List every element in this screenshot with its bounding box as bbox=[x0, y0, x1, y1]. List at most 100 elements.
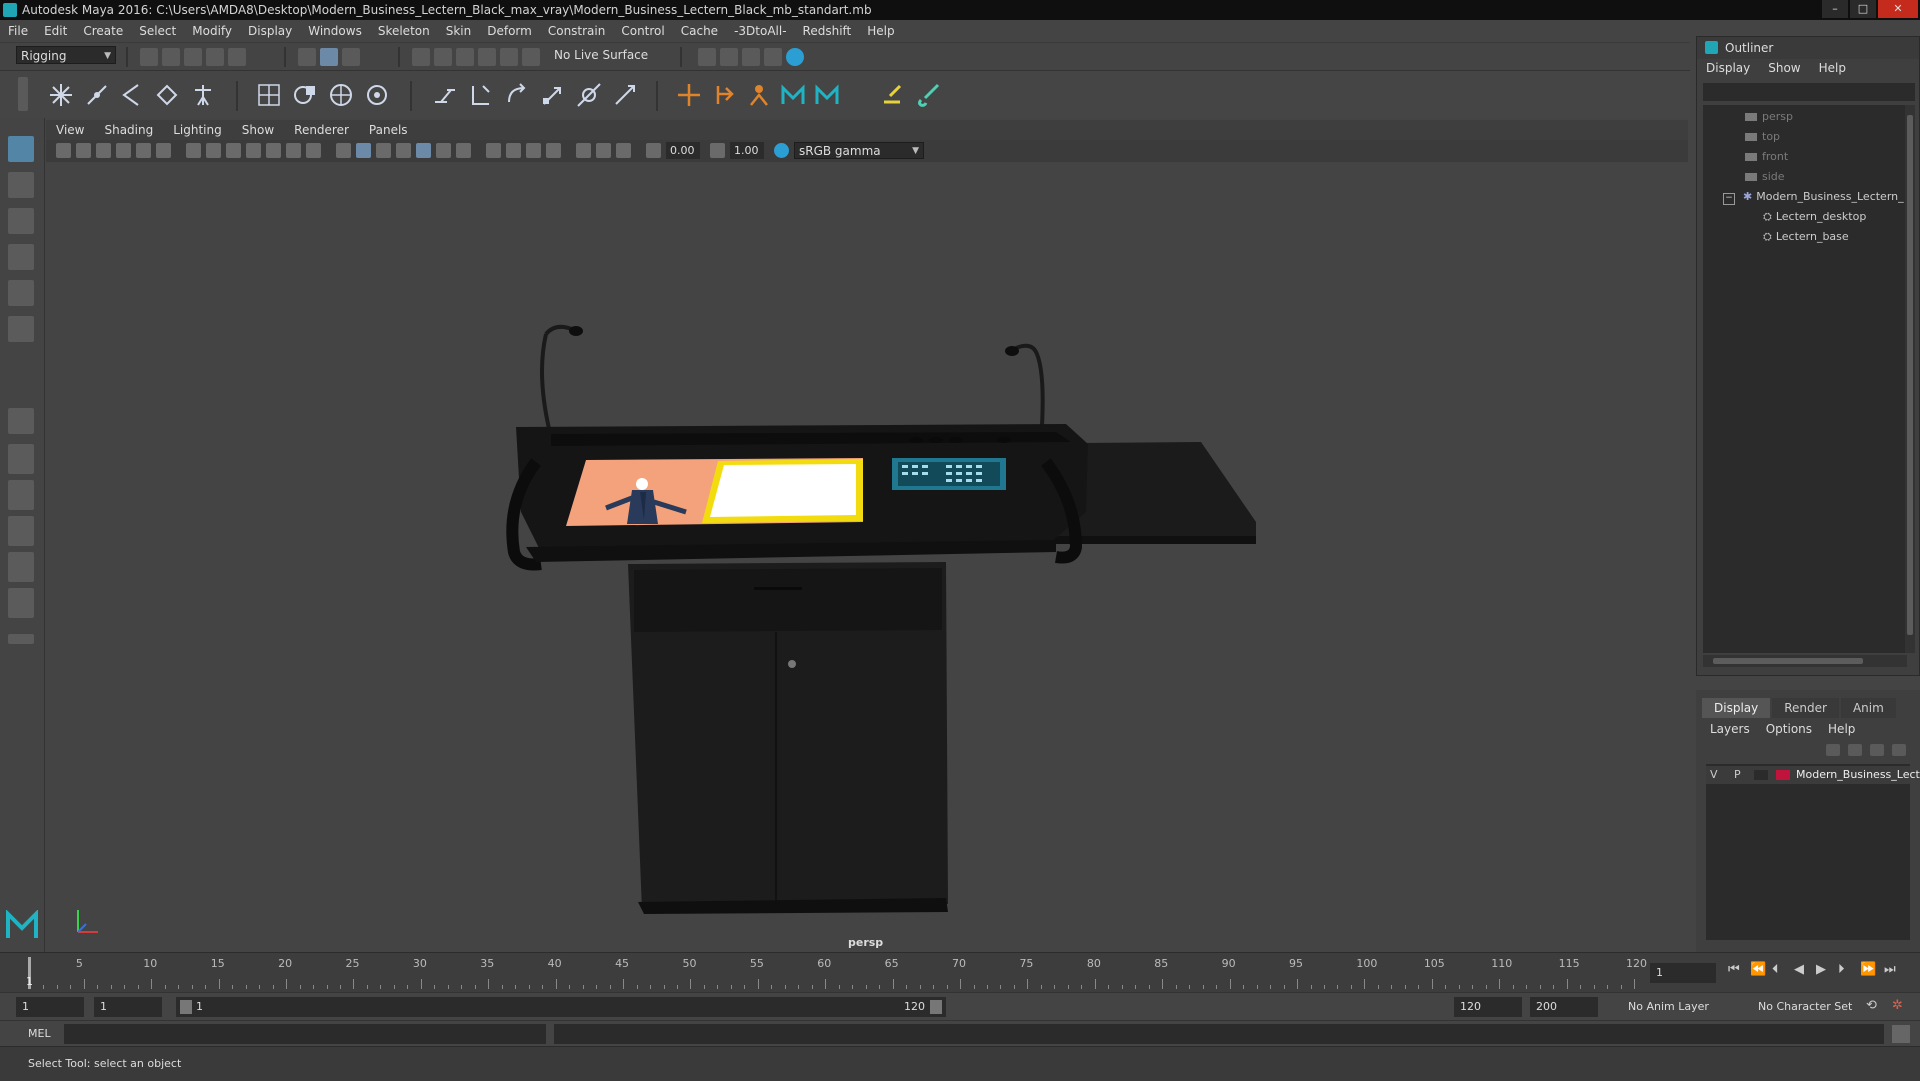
collapse-icon[interactable]: − bbox=[1723, 193, 1735, 205]
isolate-select-icon[interactable] bbox=[546, 143, 561, 158]
textured-icon[interactable] bbox=[396, 143, 411, 158]
layout-two-stacked-icon[interactable] bbox=[8, 516, 34, 546]
2d-pan-zoom-icon[interactable] bbox=[136, 143, 151, 158]
range-end-handle[interactable] bbox=[930, 1000, 942, 1014]
exposure-field[interactable]: 0.00 bbox=[666, 142, 700, 159]
outliner-menu-display[interactable]: Display bbox=[1697, 61, 1759, 79]
xray-joints-icon[interactable] bbox=[596, 143, 611, 158]
depth-of-field-icon[interactable] bbox=[526, 143, 541, 158]
xray-icon[interactable] bbox=[576, 143, 591, 158]
layout-two-side-icon[interactable] bbox=[8, 480, 34, 510]
ik-spline-icon[interactable] bbox=[118, 82, 144, 108]
anim-layer-dropdown[interactable]: No Anim Layer bbox=[1622, 997, 1748, 1017]
menu-windows[interactable]: Windows bbox=[300, 24, 370, 38]
panel-menu-view[interactable]: View bbox=[46, 123, 94, 137]
render-settings-icon[interactable] bbox=[742, 48, 760, 66]
menu-create[interactable]: Create bbox=[75, 24, 131, 38]
safe-title-icon[interactable] bbox=[306, 143, 321, 158]
close-button[interactable]: ✕ bbox=[1878, 0, 1918, 18]
select-object-icon[interactable] bbox=[320, 48, 338, 66]
new-layer-selected-icon[interactable] bbox=[1892, 744, 1906, 756]
menu-constrain[interactable]: Constrain bbox=[540, 24, 614, 38]
new-layer-icon[interactable] bbox=[1870, 744, 1884, 756]
panel-menu-lighting[interactable]: Lighting bbox=[163, 123, 232, 137]
motion-blur-icon[interactable] bbox=[486, 143, 501, 158]
undo-icon[interactable] bbox=[206, 48, 224, 66]
end-time-field[interactable]: 200 bbox=[1530, 997, 1598, 1017]
animation-preferences-icon[interactable]: ✲ bbox=[1892, 998, 1903, 1013]
step-back-key-icon[interactable]: ⏪ bbox=[1750, 962, 1766, 977]
save-scene-icon[interactable] bbox=[184, 48, 202, 66]
panel-menu-renderer[interactable]: Renderer bbox=[284, 123, 359, 137]
menuset-dropdown[interactable]: Rigging ▼ bbox=[16, 46, 116, 64]
step-forward-key-icon[interactable]: ⏩ bbox=[1860, 962, 1876, 977]
orient-constraint-icon[interactable] bbox=[504, 82, 530, 108]
xray-components-icon[interactable] bbox=[616, 143, 631, 158]
point-constraint-icon[interactable] bbox=[468, 82, 494, 108]
tab-display[interactable]: Display bbox=[1702, 698, 1771, 718]
render-view-icon[interactable] bbox=[786, 48, 804, 66]
minimize-button[interactable]: – bbox=[1822, 0, 1848, 18]
snap-surface-icon[interactable] bbox=[500, 48, 518, 66]
panel-menu-shading[interactable]: Shading bbox=[94, 123, 163, 137]
maximize-button[interactable]: □ bbox=[1850, 0, 1876, 18]
lasso-tool-icon[interactable] bbox=[8, 172, 34, 198]
humanik-icon[interactable] bbox=[190, 82, 216, 108]
auto-key-icon[interactable]: ⟲ bbox=[1866, 998, 1877, 1013]
annotation-icon[interactable] bbox=[712, 82, 738, 108]
render-frame-icon[interactable] bbox=[698, 48, 716, 66]
scale-tool-icon[interactable] bbox=[8, 316, 34, 342]
more-layouts-icon[interactable] bbox=[8, 634, 34, 644]
snap-view-icon[interactable] bbox=[478, 48, 496, 66]
move-layer-up-icon[interactable] bbox=[1826, 744, 1840, 756]
live-surface-field[interactable]: No Live Surface bbox=[550, 46, 650, 64]
move-layer-down-icon[interactable] bbox=[1848, 744, 1862, 756]
camera-select-icon[interactable] bbox=[56, 143, 71, 158]
layer-menu-layers[interactable]: Layers bbox=[1702, 722, 1758, 736]
panel-menu-show[interactable]: Show bbox=[232, 123, 284, 137]
play-backward-icon[interactable]: ◀ bbox=[1794, 962, 1804, 977]
menu-3dtoall[interactable]: -3DtoAll- bbox=[726, 24, 794, 38]
outliner-filter-field[interactable] bbox=[1703, 83, 1915, 101]
outliner-horizontal-scrollbar[interactable] bbox=[1703, 655, 1907, 667]
script-editor-icon[interactable] bbox=[1892, 1025, 1910, 1043]
brush-icon[interactable] bbox=[916, 82, 942, 108]
play-forward-icon[interactable]: ▶ bbox=[1816, 962, 1826, 977]
current-frame-field[interactable]: 1 bbox=[1650, 963, 1716, 983]
go-to-end-icon[interactable]: ⏭ bbox=[1884, 962, 1896, 977]
joint-tool-icon[interactable] bbox=[48, 82, 74, 108]
menu-redshift[interactable]: Redshift bbox=[795, 24, 860, 38]
layout-persp-outliner-icon[interactable] bbox=[8, 588, 34, 618]
gamma-field[interactable]: 1.00 bbox=[730, 142, 764, 159]
scrollbar-thumb[interactable] bbox=[1907, 115, 1913, 635]
grease-pencil-icon[interactable] bbox=[156, 143, 171, 158]
menu-cache[interactable]: Cache bbox=[673, 24, 726, 38]
resolution-gate-icon[interactable] bbox=[226, 143, 241, 158]
layer-playback-toggle[interactable]: P bbox=[1734, 766, 1741, 784]
exposure-icon[interactable] bbox=[646, 143, 661, 158]
film-gate-icon[interactable] bbox=[206, 143, 221, 158]
panel-menu-panels[interactable]: Panels bbox=[359, 123, 418, 137]
layer-menu-options[interactable]: Options bbox=[1758, 722, 1820, 736]
aim-constraint-icon[interactable] bbox=[576, 82, 602, 108]
start-time-field[interactable]: 1 bbox=[16, 997, 84, 1017]
character-icon[interactable] bbox=[746, 82, 772, 108]
maya-m-icon[interactable] bbox=[780, 82, 806, 108]
ik-handle-icon[interactable] bbox=[84, 82, 110, 108]
layer-visibility-toggle[interactable]: V bbox=[1710, 766, 1718, 784]
tab-render[interactable]: Render bbox=[1772, 698, 1839, 718]
layer-type-toggle[interactable] bbox=[1754, 770, 1768, 780]
range-slider[interactable]: 1 120 bbox=[176, 997, 946, 1017]
paint-weights-icon[interactable] bbox=[880, 82, 906, 108]
wrap-deformer-icon[interactable] bbox=[328, 82, 354, 108]
snap-vertex-icon[interactable] bbox=[522, 48, 540, 66]
outliner-item-group[interactable]: − ✱ Modern_Business_Lectern_ bbox=[1723, 189, 1904, 205]
new-scene-icon[interactable] bbox=[140, 48, 158, 66]
character-set-dropdown[interactable]: No Character Set bbox=[1752, 997, 1864, 1017]
select-hierarchy-icon[interactable] bbox=[298, 48, 316, 66]
snap-curve-icon[interactable] bbox=[434, 48, 452, 66]
go-to-start-icon[interactable]: ⏮ bbox=[1728, 962, 1740, 977]
shadows-icon[interactable] bbox=[436, 143, 451, 158]
layout-single-icon[interactable] bbox=[8, 408, 34, 434]
playback-start-field[interactable]: 1 bbox=[94, 997, 162, 1017]
